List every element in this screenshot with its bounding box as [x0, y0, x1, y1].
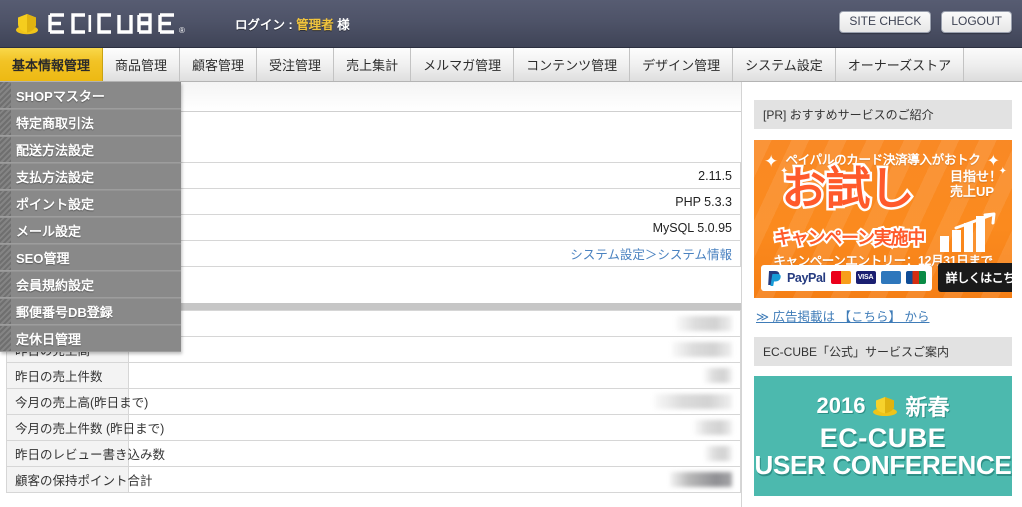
stats-value-0: [128, 310, 741, 337]
conference-line-2: EC-CUBE: [819, 423, 947, 453]
stats-label-6: 顧客の保持ポイント合計: [6, 466, 153, 493]
menu-item-seo[interactable]: SEO管理: [0, 244, 181, 271]
site-check-button[interactable]: SITE CHECK: [839, 11, 932, 34]
header-actions: SITE CHECK LOGOUT: [839, 11, 1012, 34]
paypal-banner-badge: 目指せ！ 売上UP: [949, 169, 1002, 200]
page-body: 2.11.5 PHP 5.3.3 MySQL 5.0.95 システム設定＞システ…: [0, 82, 1022, 507]
stats-value-1: [128, 336, 741, 363]
nav-tab-basic-info[interactable]: 基本情報管理: [0, 48, 104, 81]
stats-label-5: 昨日のレビュー書き込み数: [6, 440, 165, 467]
svg-text:®: ®: [179, 26, 185, 35]
paypal-wordmark: PayPal: [787, 270, 826, 285]
paypal-logo-icon: [767, 270, 782, 286]
paypal-campaign-banner[interactable]: ペイパルのカード決済導入がおトク ✦ ✦ ✦ ✦ お試し キャンペーン実施中 目…: [754, 140, 1012, 298]
app-header: ® ログイン : 管理者 様 SITE CHECK LOGOUT: [0, 0, 1022, 48]
version-value-3-cell: システム設定＞システム情報: [128, 240, 741, 267]
paypal-banner-headline: お試し: [779, 163, 917, 214]
menu-item-shop-master[interactable]: SHOPマスター: [0, 82, 181, 109]
eccube-user-conference-banner[interactable]: 2016 新春 EC-CUBE USER CONFERENCE: [754, 376, 1012, 496]
eccube-hat-icon: [873, 397, 898, 416]
table-row: 今月の売上件数 (昨日まで): [6, 414, 741, 441]
stats-value-4: [128, 414, 741, 441]
growth-chart-icon: [940, 212, 996, 252]
system-info-link[interactable]: システム設定＞システム情報: [570, 248, 732, 262]
version-value-1: PHP 5.3.3: [128, 188, 741, 215]
official-service-heading: EC-CUBE「公式」サービスご案内: [754, 337, 1012, 366]
conference-line-3: USER CONFERENCE: [754, 450, 1012, 481]
eccube-wordmark: ®: [48, 12, 185, 35]
badge-line-1: 目指せ！: [949, 169, 1002, 184]
payment-methods-strip: PayPal VISA: [761, 264, 932, 291]
pr-section-heading: [PR] おすすめサービスのご紹介: [754, 100, 1012, 129]
advertising-inquiry-link[interactable]: ≫ 広告掲載は 【こちら】 から: [756, 306, 1012, 325]
paypal-banner-subhead: キャンペーン実施中: [772, 226, 928, 250]
menu-item-tokutei-shotorihiki[interactable]: 特定商取引法: [0, 109, 181, 136]
main-navigation: 基本情報管理 商品管理 顧客管理 受注管理 売上集計 メルマガ管理 コンテンツ管…: [0, 48, 1022, 82]
right-sidebar: [PR] おすすめサービスのご紹介 ペイパルのカード決済導入がおトク ✦ ✦ ✦…: [741, 82, 1022, 507]
nav-tab-content[interactable]: コンテンツ管理: [514, 48, 631, 81]
menu-item-zipcode-db[interactable]: 郵便番号DB登録: [0, 298, 181, 325]
stats-value-5: [128, 440, 741, 467]
nav-filler: [964, 48, 1022, 81]
stats-value-3: [128, 388, 741, 415]
redacted-value: [672, 342, 732, 358]
basic-info-dropdown-menu: SHOPマスター 特定商取引法 配送方法設定 支払方法設定 ポイント設定 メール…: [0, 82, 181, 352]
nav-tab-sales[interactable]: 売上集計: [334, 48, 412, 81]
table-row: 昨日の売上件数: [6, 362, 741, 389]
redacted-value: [654, 394, 732, 410]
version-value-0: 2.11.5: [128, 162, 741, 189]
brand-logo[interactable]: ®: [14, 11, 205, 37]
version-value-2: MySQL 5.0.95: [128, 214, 741, 241]
table-row: 顧客の保持ポイント合計: [6, 466, 741, 493]
paypal-cta-button[interactable]: 詳しくはこちら＞: [937, 263, 1012, 292]
jcb-icon: [905, 271, 926, 284]
nav-tab-mailmagazine[interactable]: メルマガ管理: [411, 48, 515, 81]
login-status: ログイン : 管理者 様: [235, 14, 350, 33]
menu-item-payment-settings[interactable]: 支払方法設定: [0, 163, 181, 190]
amex-icon: [880, 271, 901, 284]
conference-year: 2016: [816, 393, 866, 418]
nav-tab-order[interactable]: 受注管理: [257, 48, 335, 81]
paypal-banner-footer: PayPal VISA 詳しくはこちら＞: [754, 263, 1012, 292]
menu-item-delivery-settings[interactable]: 配送方法設定: [0, 136, 181, 163]
menu-item-point-settings[interactable]: ポイント設定: [0, 190, 181, 217]
stats-value-2: [128, 362, 741, 389]
redacted-value: [704, 368, 732, 384]
menu-item-member-terms[interactable]: 会員規約設定: [0, 271, 181, 298]
eccube-shield-icon: [16, 13, 38, 34]
badge-line-2: 売上UP: [949, 183, 995, 199]
login-username: 管理者: [296, 18, 334, 32]
nav-tab-customer[interactable]: 顧客管理: [180, 48, 258, 81]
stats-label-4: 今月の売上件数 (昨日まで): [6, 414, 164, 441]
table-row: 今月の売上高(昨日まで): [6, 388, 741, 415]
table-row: 昨日のレビュー書き込み数: [6, 440, 741, 467]
nav-tab-system[interactable]: システム設定: [733, 48, 836, 81]
visa-icon: VISA: [855, 271, 876, 284]
menu-item-holiday[interactable]: 定休日管理: [0, 325, 181, 352]
mastercard-icon: [830, 271, 851, 284]
redacted-value: [705, 446, 732, 462]
conference-season: 新春: [905, 395, 950, 420]
nav-tab-design[interactable]: デザイン管理: [630, 48, 734, 81]
menu-item-mail-settings[interactable]: メール設定: [0, 217, 181, 244]
stats-label-3: 今月の売上高(昨日まで): [6, 388, 148, 415]
logout-button[interactable]: LOGOUT: [941, 11, 1012, 34]
stats-value-6: [128, 466, 741, 493]
redacted-value: [694, 420, 732, 436]
conference-year-row: 2016 新春: [754, 376, 1012, 422]
nav-tab-product[interactable]: 商品管理: [103, 48, 181, 81]
redacted-value: [676, 316, 732, 332]
login-prefix: ログイン :: [235, 18, 297, 32]
login-suffix: 様: [333, 18, 350, 32]
stats-label-2: 昨日の売上件数: [6, 362, 129, 389]
nav-tab-owners-store[interactable]: オーナーズストア: [835, 48, 965, 81]
redacted-value: [670, 472, 732, 488]
